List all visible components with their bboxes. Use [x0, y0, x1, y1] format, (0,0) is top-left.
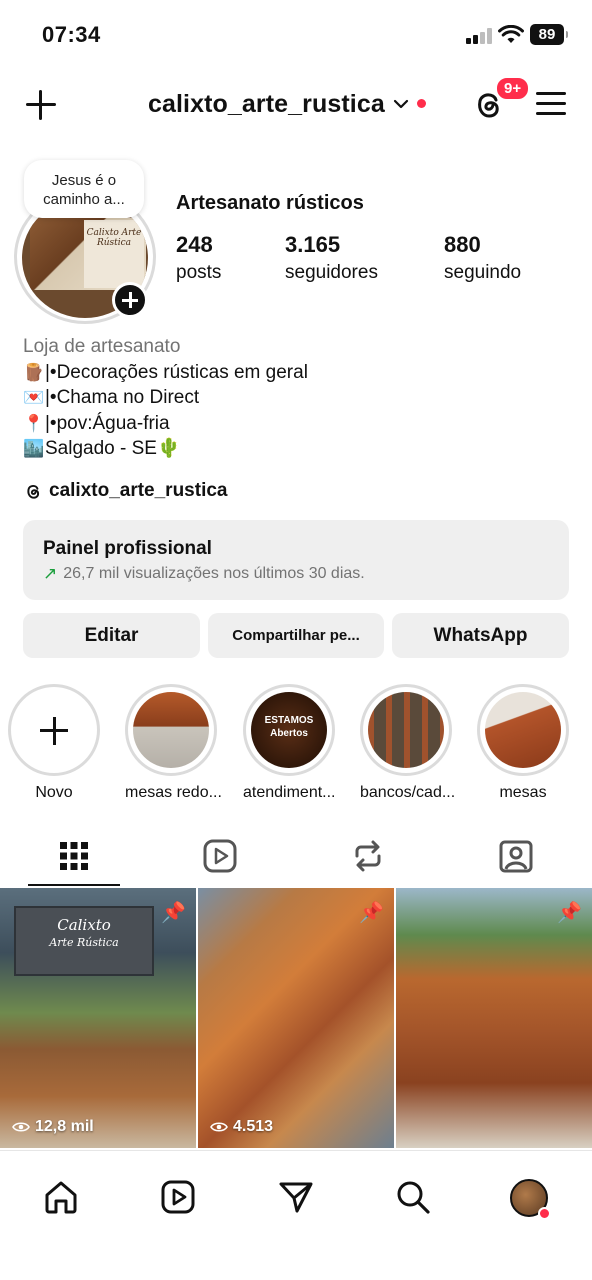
plus-icon: [8, 684, 100, 776]
professional-dashboard[interactable]: Painel profissional ↗ 26,7 mil visualiza…: [23, 520, 569, 600]
pin-icon: 📌: [359, 902, 384, 924]
create-plus-icon[interactable]: [24, 88, 58, 122]
post-thumbnail[interactable]: 📌 4.513: [198, 888, 394, 1148]
post-thumbnail[interactable]: Calixto Arte Rústica 📌 12,8 mil: [0, 888, 196, 1148]
chevron-down-icon: [393, 99, 408, 108]
dashboard-subtitle: ↗ 26,7 mil visualizações nos últimos 30 …: [43, 564, 365, 583]
stat-label: posts: [176, 262, 222, 283]
profile-note[interactable]: Jesus é o caminho a...: [24, 160, 144, 218]
tagged-icon[interactable]: [496, 836, 536, 876]
reels-icon[interactable]: [160, 1179, 196, 1215]
stat-followers[interactable]: 3.165 seguidores: [285, 232, 378, 284]
pin-icon: 📌: [161, 902, 186, 924]
stat-posts[interactable]: 248 posts: [176, 232, 221, 284]
eye-icon: [12, 1122, 30, 1132]
profile-header: calixto_arte_rustica 9+: [0, 76, 592, 130]
view-count: 12,8 mil: [12, 1118, 94, 1136]
stat-label: seguindo: [444, 262, 522, 283]
stat-label: seguidores: [285, 262, 378, 283]
content-tabs: [0, 828, 592, 888]
highlight-item[interactable]: bancos/cad...: [360, 684, 456, 802]
threads-icon: [27, 484, 40, 499]
send-icon[interactable]: [278, 1179, 314, 1215]
highlight-item[interactable]: ESTAMOS Abertos atendiment...: [243, 684, 336, 802]
eye-icon: [210, 1122, 228, 1132]
trend-up-icon: ↗: [43, 564, 58, 583]
edit-profile-button[interactable]: Editar: [23, 613, 200, 658]
bio-line: 🪵|•Decorações rústicas em geral: [23, 361, 308, 383]
highlight-label: mesas: [499, 784, 547, 801]
active-tab-indicator: [28, 884, 120, 886]
battery-indicator: 89: [530, 24, 568, 45]
stat-value: 3.165: [285, 232, 341, 257]
profile-avatar[interactable]: [510, 1179, 551, 1220]
bio-line: 📍|•pov:Água-fria: [23, 412, 170, 434]
wifi-icon: [498, 25, 524, 43]
share-profile-button[interactable]: Compartilhar pe...: [208, 613, 384, 658]
reels-icon[interactable]: [200, 836, 240, 876]
bio-category: Loja de artesanato: [23, 336, 181, 357]
threads-handle: calixto_arte_rustica: [49, 480, 228, 501]
home-icon[interactable]: [43, 1179, 79, 1215]
highlight-label: mesas redo...: [125, 784, 222, 801]
threads-link[interactable]: calixto_arte_rustica: [23, 480, 228, 502]
post-sign: Calixto Arte Rústica: [14, 906, 154, 976]
highlight-new[interactable]: Novo: [8, 684, 100, 802]
unread-dot: [416, 99, 426, 108]
profile-name: Artesanato rústicos: [176, 192, 364, 214]
bio-line: 💌|•Chama no Direct: [23, 387, 200, 408]
highlight-image-text: ESTAMOS Abertos: [251, 692, 327, 768]
search-icon[interactable]: [395, 1179, 431, 1215]
stat-value: 248: [176, 232, 213, 257]
menu-icon[interactable]: [536, 91, 566, 117]
highlight-label: atendiment...: [243, 784, 336, 801]
add-story-icon[interactable]: [112, 282, 148, 318]
username: calixto_arte_rustica: [148, 90, 385, 118]
view-count: 4.513: [210, 1118, 273, 1136]
status-time: 07:34: [42, 22, 101, 47]
highlight-item[interactable]: mesas: [477, 684, 569, 802]
reposts-icon[interactable]: [348, 836, 388, 876]
grid-icon[interactable]: [54, 836, 94, 876]
notification-badge: 9+: [495, 76, 531, 101]
cellular-signal-icon: [466, 28, 494, 44]
post-thumbnail[interactable]: 📌: [396, 888, 592, 1148]
highlight-item[interactable]: mesas redo...: [125, 684, 222, 802]
stat-following[interactable]: 880 seguindo: [444, 232, 521, 284]
bio-line: 🏙️Salgado - SE🌵: [23, 438, 181, 459]
pin-icon: 📌: [557, 902, 582, 924]
highlight-label: bancos/cad...: [360, 784, 456, 801]
bio: Loja de artesanato 🪵|•Decorações rústica…: [23, 334, 573, 462]
whatsapp-button[interactable]: WhatsApp: [392, 613, 569, 658]
highlight-label: Novo: [35, 784, 73, 801]
stat-value: 880: [444, 232, 481, 257]
status-bar: 07:34 89: [0, 0, 592, 70]
avatar-sign-text: Calixto Arte Rústica: [84, 220, 144, 288]
account-switcher[interactable]: calixto_arte_rustica: [148, 90, 426, 119]
dashboard-title: Painel profissional: [43, 538, 212, 559]
bottom-navigation: [0, 1150, 592, 1280]
